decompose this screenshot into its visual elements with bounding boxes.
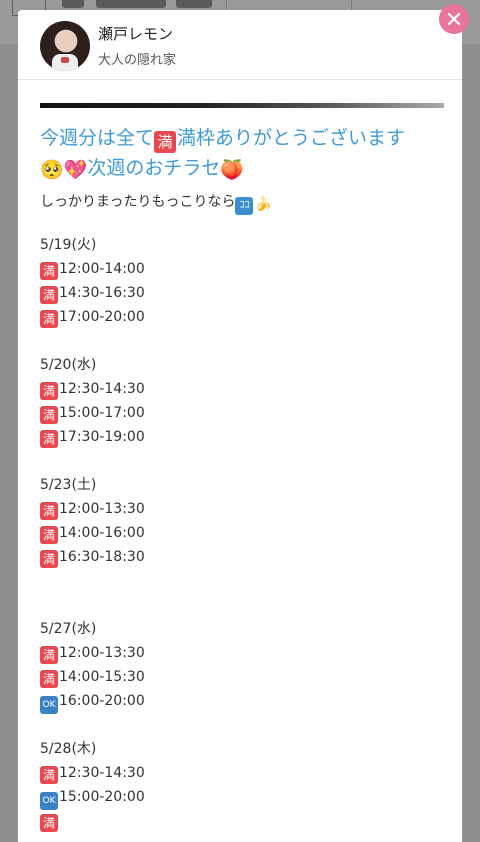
- schedule-slot: OK 15:00-20:00: [40, 785, 444, 810]
- schedule-day: 5/19(火) 満 12:00-14:00 満 14:30-16:30 満 17:00-20…: [40, 233, 444, 329]
- slot-time: 14:00-15:30: [59, 669, 145, 685]
- slot-time: 15:00-20:00: [59, 789, 145, 805]
- schedule-date: 5/20(水): [40, 357, 97, 373]
- profile-header: 瀬戸レモン 大人の隠れ家: [18, 10, 462, 80]
- schedule-date: 5/28(木): [40, 741, 97, 757]
- schedule-slot: 満 17:00-20:00: [40, 305, 444, 329]
- background-text-fragment: [96, 0, 166, 8]
- schedule-slot: 満: [40, 809, 444, 833]
- background-text-fragment: [62, 0, 84, 8]
- schedule-slot: 満 12:30-14:30: [40, 377, 444, 401]
- avatar[interactable]: [40, 21, 90, 71]
- schedule-day: 5/28(木) 満 12:30-14:30 OK 15:00-20:00 満: [40, 737, 444, 833]
- close-button[interactable]: [439, 4, 469, 34]
- schedule-slot: 満 12:00-14:00: [40, 257, 444, 281]
- slot-time: 15:00-17:00: [59, 405, 145, 421]
- post-headline: 今週分は全て満満枠ありがとうございます 🥺💖次週のおチラセ🍑: [40, 123, 444, 185]
- schedule-date: 5/19(火): [40, 237, 97, 253]
- banana-emoji: 🍌: [254, 196, 272, 212]
- slot-time: 17:30-19:00: [59, 429, 145, 445]
- full-badge: 満: [40, 430, 58, 448]
- schedule-date: 5/23(土): [40, 477, 97, 493]
- slot-time: 16:30-18:30: [59, 549, 145, 565]
- slot-time: 12:00-13:30: [59, 501, 145, 517]
- diary-modal: 瀬戸レモン 大人の隠れ家 今週分は全て満満枠ありがとうございます 🥺💖次週のおチ…: [18, 10, 462, 842]
- background-text-fragment: [176, 0, 212, 8]
- headline-text: 満枠ありがとうございます: [177, 127, 406, 149]
- schedule-slot: 満 14:00-16:00: [40, 521, 444, 545]
- full-badge: 満: [154, 131, 177, 153]
- decorative-gradient-bar: [40, 103, 444, 108]
- full-badge: 満: [40, 502, 58, 520]
- ok-badge: OK: [40, 792, 58, 810]
- slot-time: 16:00-20:00: [59, 693, 145, 709]
- full-badge: 満: [40, 766, 58, 784]
- slot-time: 17:00-20:00: [59, 309, 145, 325]
- ok-badge: OK: [40, 696, 58, 714]
- schedule-date: 5/27(水): [40, 621, 97, 637]
- schedule-slot: OK 16:00-20:00: [40, 689, 444, 714]
- headline-text: 次週のおチラセ: [87, 157, 221, 179]
- avatar-bow: [61, 57, 69, 63]
- profile-name[interactable]: 瀬戸レモン: [98, 23, 173, 44]
- schedule-slot: 満 14:00-15:30: [40, 665, 444, 689]
- full-badge: 満: [40, 670, 58, 688]
- full-badge: 満: [40, 262, 58, 280]
- peach-emoji: 🍑: [220, 159, 245, 181]
- schedule-slot: 満 15:00-17:00: [40, 401, 444, 425]
- schedule-slot: 満 14:30-16:30: [40, 281, 444, 305]
- schedule-list: 5/19(火) 満 12:00-14:00 満 14:30-16:30 満 17:00-20…: [40, 233, 444, 833]
- schedule-slot: 満 16:30-18:30: [40, 545, 444, 569]
- schedule-slot: 満 12:00-13:30: [40, 641, 444, 665]
- headline-text: 今週分は全て: [40, 127, 155, 149]
- full-badge: 満: [40, 286, 58, 304]
- pleading-heart-emoji: 🥺💖: [40, 159, 88, 181]
- schedule-slot: 満 12:00-13:30: [40, 497, 444, 521]
- slot-time: 12:00-13:30: [59, 645, 145, 661]
- full-badge: 満: [40, 406, 58, 424]
- schedule-slot: 満 17:30-19:00: [40, 425, 444, 449]
- post-content: 今週分は全て満満枠ありがとうございます 🥺💖次週のおチラセ🍑 しっかりまったりも…: [40, 103, 444, 833]
- full-badge: 満: [40, 382, 58, 400]
- slot-time: 12:00-14:00: [59, 261, 145, 277]
- slot-time: 12:30-14:30: [59, 381, 145, 397]
- full-badge: 満: [40, 526, 58, 544]
- koko-badge: ｺｺ: [235, 197, 254, 215]
- slot-time: 14:30-16:30: [59, 285, 145, 301]
- slot-time: 14:00-16:00: [59, 525, 145, 541]
- schedule-day: 5/23(土) 満 12:00-13:30 満 14:00-16:00 満 16:30-18…: [40, 473, 444, 569]
- schedule-slot: 満 12:30-14:30: [40, 761, 444, 785]
- schedule-day: 5/20(水) 満 12:30-14:30 満 15:00-17:00 満 17:30-19…: [40, 353, 444, 449]
- full-badge: 満: [40, 646, 58, 664]
- close-icon: [447, 12, 461, 26]
- post-subline: しっかりまったりもっこりなら ｺｺ 🍌: [40, 191, 444, 215]
- full-badge: 満: [40, 310, 58, 328]
- full-badge: 満: [40, 550, 58, 568]
- slot-time: 12:30-14:30: [59, 765, 145, 781]
- subline-text: しっかりまったりもっこりなら: [40, 194, 236, 210]
- schedule-day: 5/27(水) 満 12:00-13:30 満 14:00-15:30 OK 16:00-2…: [40, 617, 444, 714]
- full-badge: 満: [40, 814, 58, 832]
- shop-name[interactable]: 大人の隠れ家: [98, 49, 176, 68]
